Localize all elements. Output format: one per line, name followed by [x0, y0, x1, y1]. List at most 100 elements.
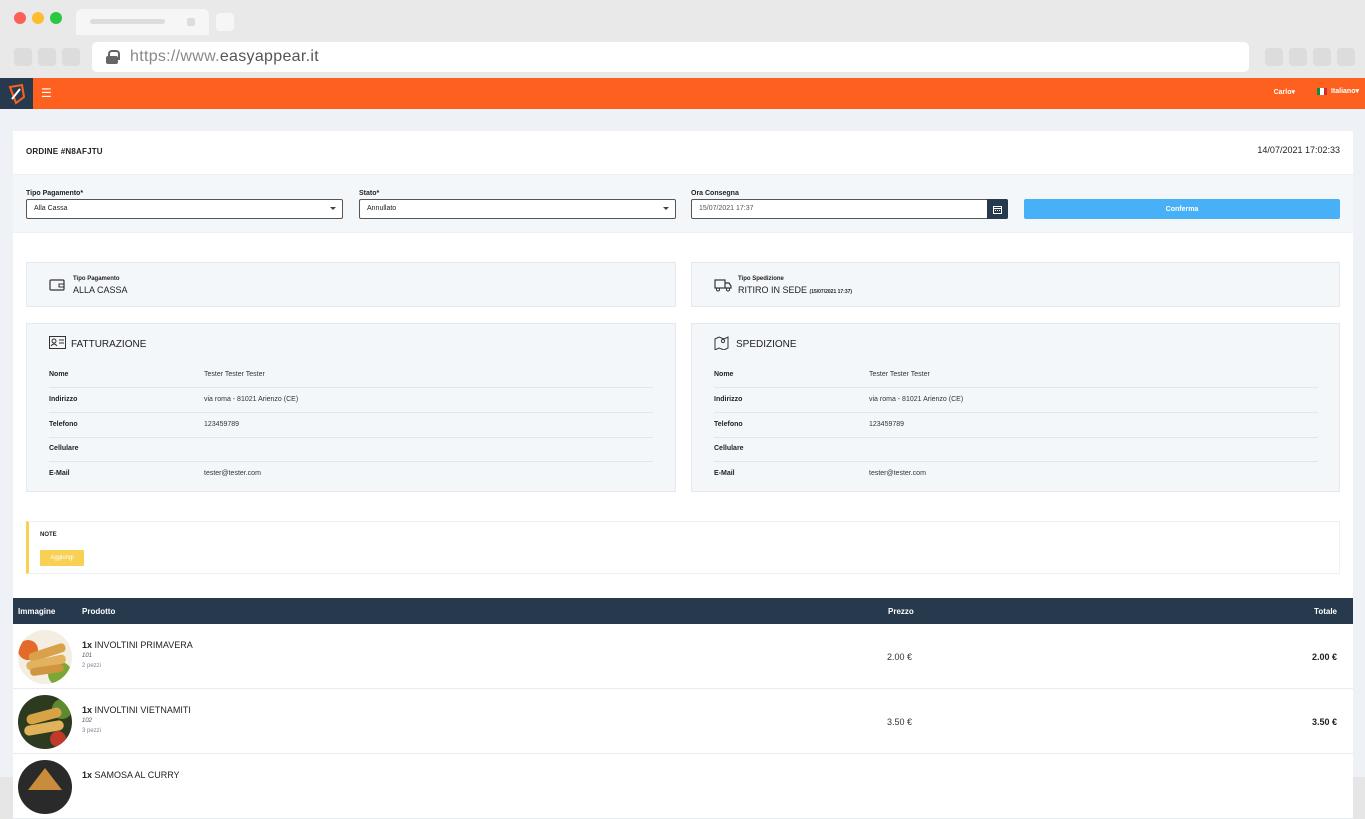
forward-button[interactable] — [38, 48, 56, 66]
confirm-button[interactable]: Conferma — [1024, 199, 1340, 219]
spring-roll-image — [18, 695, 72, 749]
new-tab-button[interactable] — [216, 13, 234, 31]
product-title: SAMOSA AL CURRY — [94, 770, 180, 780]
shipping-value: 123459789 — [869, 421, 905, 428]
table-row[interactable]: 1x INVOLTINI PRIMAVERA 101 2 pezzi 2.00 … — [13, 624, 1353, 689]
shipping-section: SPEDIZIONE Nome Tester Tester Tester Indi… — [691, 323, 1340, 492]
payment-type-label: Tipo Pagamento* — [26, 190, 84, 197]
table-row[interactable]: 1x SAMOSA AL CURRY — [13, 754, 1353, 819]
payment-info-box: Tipo Pagamento ALLA CASSA — [26, 262, 676, 307]
url-domain: easyappear.it — [219, 48, 319, 65]
shipping-key: Telefono — [714, 421, 743, 428]
close-tab-icon[interactable] — [187, 18, 195, 26]
map-pin-icon — [714, 336, 729, 350]
status-value: Annullato — [367, 205, 397, 212]
column-header-image[interactable]: Immagine — [18, 607, 55, 616]
app-logo[interactable] — [0, 78, 33, 109]
shipping-info-box: Tipo Spedizione RITIRO IN SEDE (15/07/20… — [691, 262, 1340, 307]
language-menu[interactable]: Italiano▾ — [1316, 87, 1359, 95]
chevron-down-icon — [330, 207, 336, 210]
nav-buttons — [14, 48, 80, 66]
delivery-time-input[interactable]: 15/07/2021 17:37 — [691, 199, 1008, 219]
billing-row: Nome Tester Tester Tester — [49, 363, 653, 388]
address-bar[interactable]: https://www.easyappear.it — [92, 42, 1249, 72]
payment-info-value: ALLA CASSA — [73, 285, 128, 295]
product-title: INVOLTINI VIETNAMITI — [94, 705, 191, 715]
shipping-type: RITIRO IN SEDE — [738, 285, 808, 295]
samosa-image — [18, 760, 72, 814]
calendar-icon — [993, 205, 1002, 214]
chevron-down-icon — [663, 207, 669, 210]
billing-row: Cellulare — [49, 437, 653, 462]
product-price: 2.00 € — [887, 652, 913, 662]
payment-type-value: Alla Cassa — [34, 205, 68, 212]
tab-title-placeholder — [90, 19, 165, 24]
language-label: Italiano▾ — [1330, 88, 1359, 95]
user-menu[interactable]: Carlo▾ — [1274, 88, 1295, 96]
table-row[interactable]: 1x INVOLTINI VIETNAMITI 102 3 pezzi 3.50… — [13, 689, 1353, 754]
url-prefix: https://www. — [130, 48, 220, 65]
payment-type-select[interactable]: Alla Cassa — [26, 199, 343, 219]
billing-value: via roma - 81021 Arienzo (CE) — [204, 396, 299, 403]
truck-icon — [714, 279, 732, 292]
product-code: 101 — [82, 653, 93, 659]
browser-chrome: https://www.easyappear.it — [0, 0, 1365, 78]
delivery-time-value: 15/07/2021 17:37 — [699, 205, 754, 212]
product-image — [18, 630, 72, 684]
billing-key: Telefono — [49, 421, 78, 428]
billing-row: Indirizzo via roma - 81021 Arienzo (CE) — [49, 388, 653, 413]
shipping-info-label: Tipo Spedizione — [738, 276, 784, 282]
menu-icon[interactable]: ☰ — [41, 86, 52, 100]
status-select[interactable]: Annullato — [359, 199, 676, 219]
shipping-row: E-Mail tester@tester.com — [714, 462, 1318, 487]
add-note-button[interactable]: Aggiungi — [40, 550, 84, 566]
billing-key: Cellulare — [49, 445, 79, 452]
products-table-header: Immagine Prodotto Prezzo Totale — [13, 598, 1353, 624]
extension-button-3[interactable] — [1313, 48, 1331, 66]
shipping-title: SPEDIZIONE — [736, 339, 797, 350]
minimize-window-button[interactable] — [32, 12, 44, 24]
column-header-product[interactable]: Prodotto — [82, 607, 115, 616]
product-quantity: 1x — [82, 770, 93, 780]
billing-section: FATTURAZIONE Nome Tester Tester Tester In… — [26, 323, 676, 492]
product-name: 1x SAMOSA AL CURRY — [82, 770, 180, 780]
billing-key: E-Mail — [49, 470, 70, 477]
maximize-window-button[interactable] — [50, 12, 62, 24]
status-label: Stato* — [359, 190, 380, 197]
calendar-button[interactable] — [987, 199, 1008, 219]
column-header-price[interactable]: Prezzo — [888, 607, 914, 616]
browser-tab[interactable] — [76, 9, 209, 35]
billing-title: FATTURAZIONE — [71, 339, 147, 350]
billing-row: E-Mail tester@tester.com — [49, 462, 653, 487]
billing-key: Indirizzo — [49, 396, 78, 403]
extension-button-2[interactable] — [1289, 48, 1307, 66]
reload-button[interactable] — [62, 48, 80, 66]
product-description: 2 pezzi — [82, 663, 102, 669]
product-quantity: 1x — [82, 640, 93, 650]
delivery-time-label: Ora Consegna — [691, 190, 739, 197]
shipping-value: via roma - 81021 Arienzo (CE) — [869, 396, 964, 403]
product-total: 2.00 € — [1311, 652, 1337, 662]
lock-icon — [106, 50, 120, 64]
extension-button-4[interactable] — [1337, 48, 1355, 66]
product-image — [18, 760, 72, 814]
order-filters: Tipo Pagamento* Alla Cassa Stato* Annull… — [13, 174, 1353, 233]
spring-roll-image — [18, 630, 72, 684]
product-title: INVOLTINI PRIMAVERA — [94, 640, 193, 650]
back-button[interactable] — [14, 48, 32, 66]
billing-row: Telefono 123459789 — [49, 413, 653, 438]
close-window-button[interactable] — [14, 12, 26, 24]
product-code: 102 — [82, 718, 93, 724]
extension-button-1[interactable] — [1265, 48, 1283, 66]
product-name: 1x INVOLTINI VIETNAMITI — [82, 705, 191, 715]
shipping-row: Cellulare — [714, 437, 1318, 462]
billing-value: 123459789 — [204, 421, 240, 428]
shipping-info-value: RITIRO IN SEDE (15/07/2021 17:37) — [738, 285, 852, 295]
column-header-total[interactable]: Totale — [1314, 607, 1337, 616]
shipping-key: E-Mail — [714, 470, 735, 477]
note-section: NOTE Aggiungi — [26, 521, 1340, 574]
product-total: 3.50 € — [1311, 717, 1337, 727]
url-text: https://www.easyappear.it — [130, 48, 319, 66]
shipping-key: Indirizzo — [714, 396, 743, 403]
italy-flag-icon — [1316, 87, 1327, 95]
